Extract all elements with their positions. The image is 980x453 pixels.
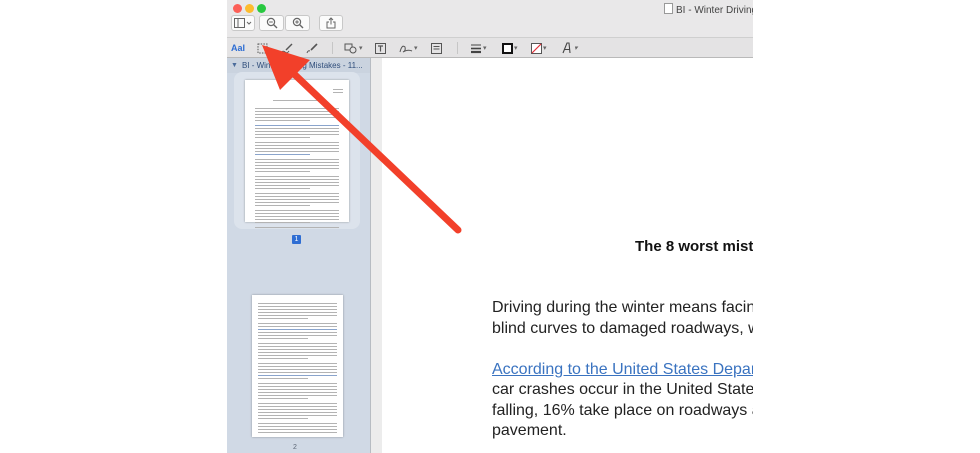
arrow-shaft: [288, 68, 462, 234]
annotation-arrow: [262, 45, 462, 234]
